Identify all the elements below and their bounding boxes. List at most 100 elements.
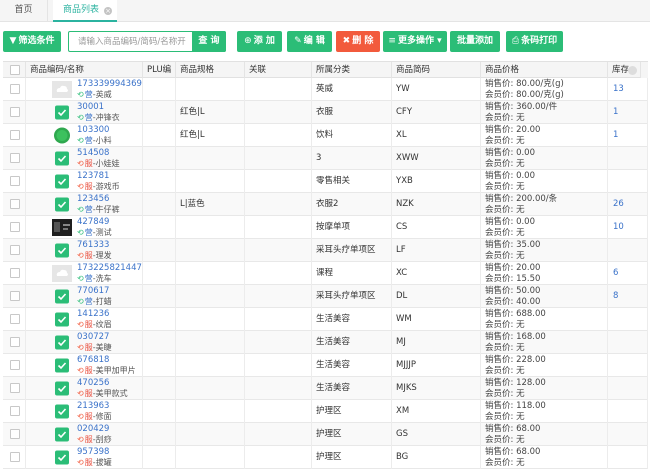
row-checkbox[interactable] <box>10 130 20 140</box>
table-row[interactable]: 770617 ⟲营-打蜡 采耳头疗单项区 DL 销售价: 50.00 会员价: 40.00… <box>3 285 648 308</box>
product-code[interactable]: 514508 <box>77 148 109 158</box>
add-button-label: 添 加 <box>253 36 275 46</box>
sort-icon[interactable] <box>628 66 637 75</box>
printer-icon: ⎙ <box>511 36 520 46</box>
table-row[interactable]: 123781 ⟲服-游戏币 零售相关 YXB 销售价: 0.00 会员价: 无 <box>3 170 648 193</box>
table-row[interactable]: 514508 ⟲服-小娃娃 3 XWW 销售价: 0.00 会员价: 无 <box>3 147 648 170</box>
header-category[interactable]: 所属分类 <box>312 62 392 78</box>
product-code[interactable]: 141236 <box>77 309 109 319</box>
product-code[interactable]: 030727 <box>77 332 109 342</box>
product-code[interactable]: 020429 <box>77 424 109 434</box>
product-stock[interactable]: 1 <box>613 101 618 123</box>
product-type-tag: 服 <box>84 412 93 421</box>
cell-price: 销售价: 118.00 会员价: 无 <box>481 400 608 423</box>
cell-price: 销售价: 168.00 会员价: 无 <box>481 331 608 354</box>
table-row[interactable]: 470256 ⟲服-美甲款式 生活美容 MJKS 销售价: 128.00 会员价: 无 <box>3 377 648 400</box>
table-row[interactable]: 676818 ⟲服-美甲加甲片 生活美容 MJJJP 销售价: 228.00 会员价: 无 <box>3 354 648 377</box>
row-checkbox[interactable] <box>10 222 20 232</box>
product-code[interactable]: 30001 <box>77 102 104 112</box>
batch-add-button[interactable]: 批量添加 <box>450 31 500 52</box>
product-stock[interactable]: 1 <box>613 124 618 146</box>
select-all-checkbox[interactable] <box>10 65 20 75</box>
row-checkbox[interactable] <box>10 107 20 117</box>
product-stock[interactable]: 26 <box>613 193 624 215</box>
header-shortcode[interactable]: 商品简码 <box>392 62 481 78</box>
table-row[interactable]: 020429 ⟲服-刮痧 护理区 GS 销售价: 68.00 会员价: 无 <box>3 423 648 446</box>
table-row[interactable]: 957398 ⟲服-拔罐 护理区 BG 销售价: 68.00 会员价: 无 <box>3 446 648 469</box>
table-row[interactable]: 427849 ⟲营-测试 按摩单项 CS 销售价: 0.00 会员价: 无 10 <box>3 216 648 239</box>
product-code[interactable]: 770617 <box>77 286 109 296</box>
product-code[interactable]: 470256 <box>77 378 109 388</box>
add-button[interactable]: ⊕ 添 加 <box>237 31 282 52</box>
member-price: 会员价: 无 <box>485 343 525 353</box>
cell-sel <box>3 147 26 170</box>
table-row[interactable]: 213963 ⟲服-修面 护理区 XM 销售价: 118.00 会员价: 无 <box>3 400 648 423</box>
cell-stock: 13 <box>608 78 648 101</box>
product-code[interactable]: 173225821447 <box>77 263 142 273</box>
product-code[interactable]: 957398 <box>77 447 109 457</box>
product-shortcode: YW <box>396 84 410 94</box>
row-checkbox[interactable] <box>10 429 20 439</box>
search-button[interactable]: 查 询 <box>192 31 226 52</box>
row-checkbox[interactable] <box>10 268 20 278</box>
product-stock[interactable]: 8 <box>613 285 618 307</box>
more-actions-button[interactable]: ≡ 更多操作 ▾ <box>383 31 447 52</box>
row-checkbox[interactable] <box>10 176 20 186</box>
table-row[interactable]: 141236 ⟲服-纹眉 生活美容 WM 销售价: 688.00 会员价: 无 <box>3 308 648 331</box>
table-row[interactable]: 761333 ⟲服-理发 采耳头疗单项区 LF 销售价: 35.00 会员价: 无 <box>3 239 648 262</box>
product-code[interactable]: 213963 <box>77 401 109 411</box>
header-price[interactable]: 商品价格 <box>481 62 608 78</box>
delete-button[interactable]: ✖ 删 除 <box>336 31 380 52</box>
header-plu[interactable]: PLU编 <box>143 62 176 78</box>
sale-price: 销售价: 50.00 <box>485 286 541 296</box>
table-row[interactable]: 030727 ⟲服-美睫 生活美容 MJ 销售价: 168.00 会员价: 无 <box>3 331 648 354</box>
member-price: 会员价: 40.00 <box>485 297 541 307</box>
header-spec[interactable]: 商品规格 <box>176 62 245 78</box>
product-stock[interactable]: 6 <box>613 262 618 284</box>
product-stock[interactable]: 13 <box>613 78 624 100</box>
row-checkbox[interactable] <box>10 153 20 163</box>
edit-button[interactable]: ✎ 编 辑 <box>287 31 332 52</box>
row-checkbox[interactable] <box>10 383 20 393</box>
product-code[interactable]: 103300 <box>77 125 109 135</box>
table-header: 商品编码/名称 PLU编 商品规格 关联 所属分类 商品简码 商品价格 库存 <box>3 61 648 78</box>
product-type-tag: 服 <box>84 389 93 398</box>
cell-category: 护理区 <box>312 423 392 446</box>
barcode-print-button[interactable]: ⎙ 条码打印 <box>506 31 563 52</box>
filter-button[interactable]: ▼ 筛选条件 <box>3 31 61 52</box>
tab-product-list[interactable]: 商品列表 × <box>53 0 117 22</box>
header-related[interactable]: 关联 <box>245 62 312 78</box>
table-row[interactable]: 30001⟲营-冲锋衣展开 红色|L 衣服 CFY 销售价: 360.00/件会员价: … <box>3 101 648 124</box>
cell-price: 销售价: 688.00 会员价: 无 <box>481 308 608 331</box>
row-checkbox[interactable] <box>10 360 20 370</box>
row-checkbox[interactable] <box>10 245 20 255</box>
header-code-name[interactable]: 商品编码/名称 <box>26 62 143 78</box>
cell-codename: 141236 ⟲服-纹眉 <box>26 308 143 331</box>
product-stock[interactable]: 10 <box>613 216 624 238</box>
product-code[interactable]: 427849 <box>77 217 109 227</box>
table-row[interactable]: 103300⟲营-小料展开红色|L饮料XL销售价: 20.00会员价: 无1 <box>3 124 648 147</box>
close-icon[interactable]: × <box>104 7 112 15</box>
product-code[interactable]: 676818 <box>77 355 109 365</box>
product-code[interactable]: 761333 <box>77 240 109 250</box>
tab-home[interactable]: 首页 <box>0 0 48 22</box>
product-category: 按摩单项 <box>316 222 351 232</box>
product-code[interactable]: 123781 <box>77 171 109 181</box>
product-code[interactable]: 173339994369 <box>77 79 142 89</box>
header-stock[interactable]: 库存 <box>608 62 641 78</box>
row-checkbox[interactable] <box>10 337 20 347</box>
row-checkbox[interactable] <box>10 314 20 324</box>
row-checkbox[interactable] <box>10 199 20 209</box>
table-row[interactable]: 173339994369 ⟲营-英威 英威 YW 销售价: 80.00/克(g) 会员价:… <box>3 78 648 101</box>
row-checkbox[interactable] <box>10 406 20 416</box>
row-checkbox[interactable] <box>10 84 20 94</box>
row-checkbox[interactable] <box>10 291 20 301</box>
search-input[interactable] <box>69 32 192 51</box>
product-code[interactable]: 123456 <box>77 194 109 204</box>
product-name: 洗车 <box>95 274 112 283</box>
cell-spec <box>176 400 245 423</box>
row-checkbox[interactable] <box>10 452 20 462</box>
refresh-icon: ⟲ <box>77 320 84 329</box>
table-row[interactable]: 173225821447 ⟲营-洗车 课程 XC 销售价: 20.00 会员价: 15.5… <box>3 262 648 285</box>
table-row[interactable]: 123456 ⟲营-牛仔裤 L|蓝色 衣服2 NZK 销售价: 200.00/条 会员价: … <box>3 193 648 216</box>
